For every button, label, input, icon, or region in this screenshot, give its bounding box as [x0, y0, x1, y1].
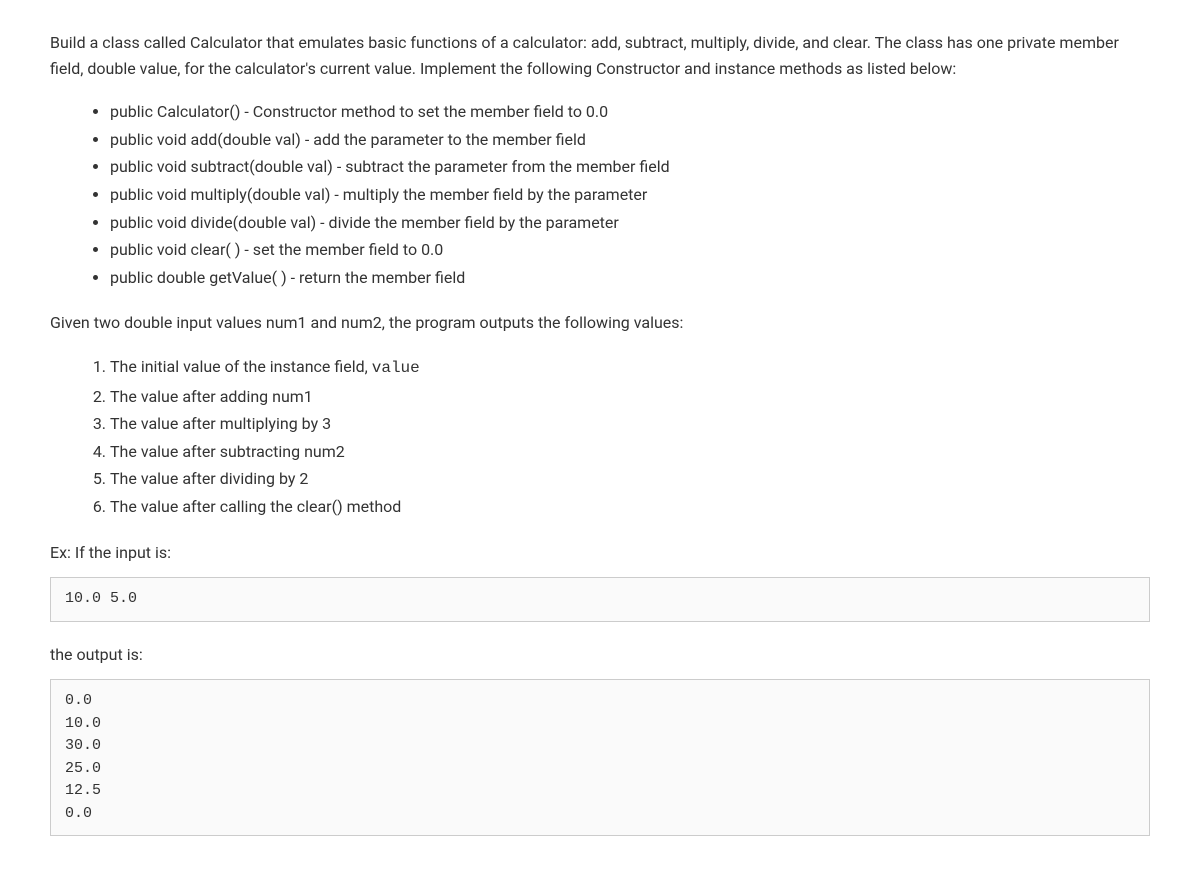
list-item: public void subtract(double val) - subtr…	[110, 154, 1150, 180]
output-steps-list: The initial value of the instance field,…	[50, 354, 1150, 520]
list-item: public void add(double val) - add the pa…	[110, 127, 1150, 153]
list-item: The value after multiplying by 3	[110, 411, 1150, 437]
intro-paragraph: Build a class called Calculator that emu…	[50, 30, 1150, 81]
list-item: public void divide(double val) - divide …	[110, 210, 1150, 236]
output-code-block: 0.0 10.0 30.0 25.0 12.5 0.0	[50, 679, 1150, 836]
example-input-label: Ex: If the input is:	[50, 540, 1150, 566]
list-item: The value after adding num1	[110, 384, 1150, 410]
list-item: public void multiply(double val) - multi…	[110, 182, 1150, 208]
list-item: The value after dividing by 2	[110, 466, 1150, 492]
list-item: The value after subtracting num2	[110, 439, 1150, 465]
input-code-block: 10.0 5.0	[50, 577, 1150, 622]
list-item: The value after calling the clear() meth…	[110, 494, 1150, 520]
step-text: The initial value of the instance field,	[110, 357, 372, 376]
list-item: The initial value of the instance field,…	[110, 354, 1150, 382]
output-label: the output is:	[50, 642, 1150, 668]
methods-list: public Calculator() - Constructor method…	[50, 99, 1150, 290]
mid-paragraph: Given two double input values num1 and n…	[50, 310, 1150, 336]
list-item: public Calculator() - Constructor method…	[110, 99, 1150, 125]
inline-code: value	[372, 359, 420, 377]
list-item: public void clear( ) - set the member fi…	[110, 237, 1150, 263]
list-item: public double getValue( ) - return the m…	[110, 265, 1150, 291]
